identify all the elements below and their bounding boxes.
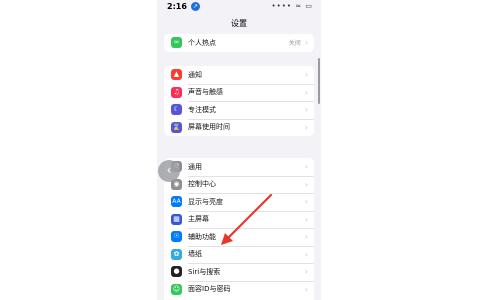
annotation-arrow <box>221 193 273 245</box>
annotation-arrow-shaft <box>224 193 273 242</box>
